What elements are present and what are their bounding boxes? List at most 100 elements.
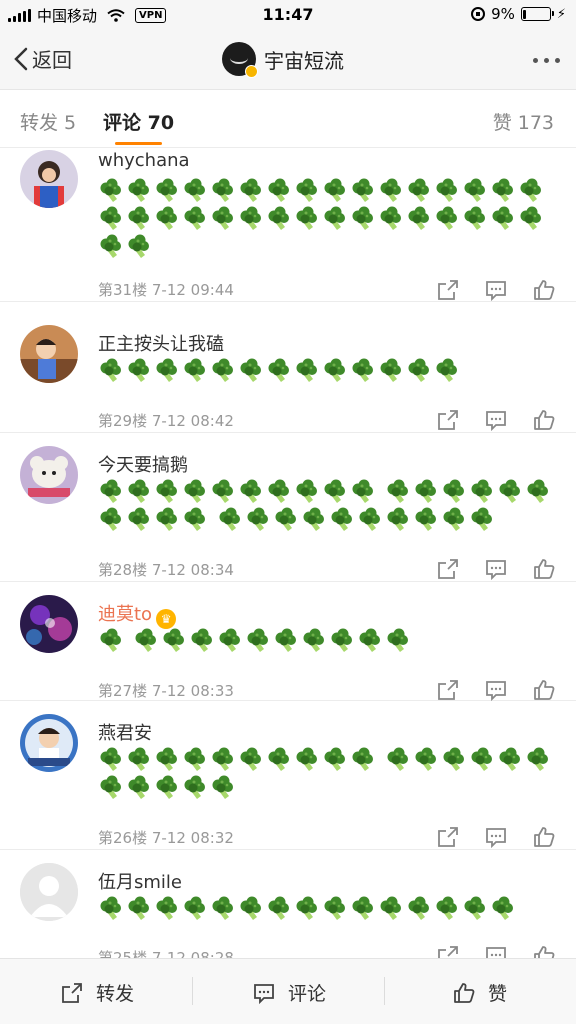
comment-meta: 第31楼 7-12 09:44 [98,279,234,300]
verified-badge-icon [245,65,258,78]
reply-icon[interactable] [484,557,508,585]
broccoli-emoji-icon [324,479,345,503]
broccoli-emoji-icon [275,507,296,531]
broccoli-emoji-icon [527,747,548,771]
charging-icon: ⚡ [556,6,566,22]
tab-like[interactable]: 赞 173 [493,108,554,135]
broccoli-emoji-icon [128,358,149,382]
battery-icon [520,7,554,21]
broccoli-emoji-icon [359,507,380,531]
comment-actions [436,944,556,958]
broccoli-emoji-icon [128,234,149,258]
user-name[interactable]: 今天要搞鹅 [98,451,188,477]
broccoli-emoji-icon [471,479,492,503]
account-avatar[interactable] [222,42,258,78]
broccoli-emoji-icon [184,747,205,771]
floor-label: 第27楼 [98,682,148,700]
broccoli-emoji-icon [303,507,324,531]
avatar[interactable] [20,150,78,208]
broccoli-emoji-icon [184,178,205,202]
broccoli-emoji-icon [408,896,429,920]
like-icon[interactable] [532,944,556,958]
comment-button[interactable]: 评论 [252,979,326,1006]
broccoli-emoji-icon [520,206,541,230]
broccoli-emoji-icon [100,178,121,202]
repost-button[interactable]: 转发 [60,979,134,1006]
broccoli-emoji-icon [436,358,457,382]
broccoli-emoji-icon [184,358,205,382]
more-options-icon[interactable] [533,58,560,63]
reply-icon[interactable] [484,408,508,436]
broccoli-emoji-icon [380,178,401,202]
like-label: 赞 [488,983,508,1005]
user-name[interactable]: whychana [98,150,190,171]
broccoli-emoji-icon [156,747,177,771]
broccoli-emoji-icon [128,896,149,920]
comment-text [98,358,556,386]
broccoli-emoji-icon [184,507,205,531]
user-name[interactable]: 正主按头让我磕 [98,330,224,356]
share-icon[interactable] [436,408,460,436]
broccoli-emoji-icon [527,479,548,503]
share-icon[interactable] [436,825,460,853]
avatar[interactable] [20,863,78,921]
broccoli-emoji-icon [464,896,485,920]
broccoli-emoji-icon [296,178,317,202]
user-name[interactable]: 迪莫to ♛ [98,600,177,629]
user-name[interactable]: 伍月smile [98,868,182,894]
broccoli-emoji-icon [520,178,541,202]
tab-comment[interactable]: 评论 70 [103,108,174,135]
broccoli-emoji-icon [268,747,289,771]
broccoli-emoji-icon [408,178,429,202]
comment-text [98,628,556,656]
comment-item: 伍月smile 第25楼 7-12 08:28 [0,851,576,958]
broccoli-emoji-icon [352,358,373,382]
comment-text [98,479,556,535]
like-icon[interactable] [532,825,556,853]
comment-item: 今天要搞鹅 第28楼 7-12 08:34 [0,434,576,582]
reply-icon[interactable] [484,944,508,958]
broccoli-emoji-icon [184,896,205,920]
broccoli-emoji-icon [219,507,240,531]
rotation-lock-icon [471,7,486,21]
timestamp: 7-12 08:34 [151,561,234,579]
like-icon[interactable] [532,408,556,436]
share-icon[interactable] [436,278,460,306]
broccoli-emoji-icon [331,628,352,652]
reply-icon[interactable] [484,278,508,306]
broccoli-emoji-icon [184,775,205,799]
broccoli-emoji-icon [268,206,289,230]
avatar[interactable] [20,446,78,504]
repost-label: 转发 [96,983,135,1005]
user-name[interactable]: 燕君安 [98,719,152,745]
like-icon[interactable] [532,278,556,306]
broccoli-emoji-icon [240,747,261,771]
broccoli-emoji-icon [296,747,317,771]
broccoli-emoji-icon [436,206,457,230]
reply-icon[interactable] [484,825,508,853]
broccoli-emoji-icon [464,206,485,230]
broccoli-emoji-icon [268,896,289,920]
share-icon[interactable] [436,557,460,585]
floor-label: 第29楼 [98,412,148,430]
broccoli-emoji-icon [156,507,177,531]
thumbs-up-icon [454,982,475,1003]
broccoli-emoji-icon [324,358,345,382]
avatar[interactable] [20,325,78,383]
back-label: 返回 [32,48,72,72]
broccoli-emoji-icon [156,178,177,202]
back-button[interactable]: 返回 [14,44,72,73]
broccoli-emoji-icon [128,507,149,531]
comment-item: 正主按头让我磕 第29楼 7-12 08:42 [0,303,576,433]
tab-repost[interactable]: 转发 5 [20,108,76,135]
broccoli-emoji-icon [240,896,261,920]
share-icon[interactable] [436,944,460,958]
broccoli-emoji-icon [324,206,345,230]
like-button[interactable]: 赞 [452,979,507,1006]
broccoli-emoji-icon [408,206,429,230]
broccoli-emoji-icon [387,747,408,771]
like-icon[interactable] [532,557,556,585]
avatar[interactable] [20,595,78,653]
avatar[interactable] [20,714,78,772]
broccoli-emoji-icon [415,507,436,531]
